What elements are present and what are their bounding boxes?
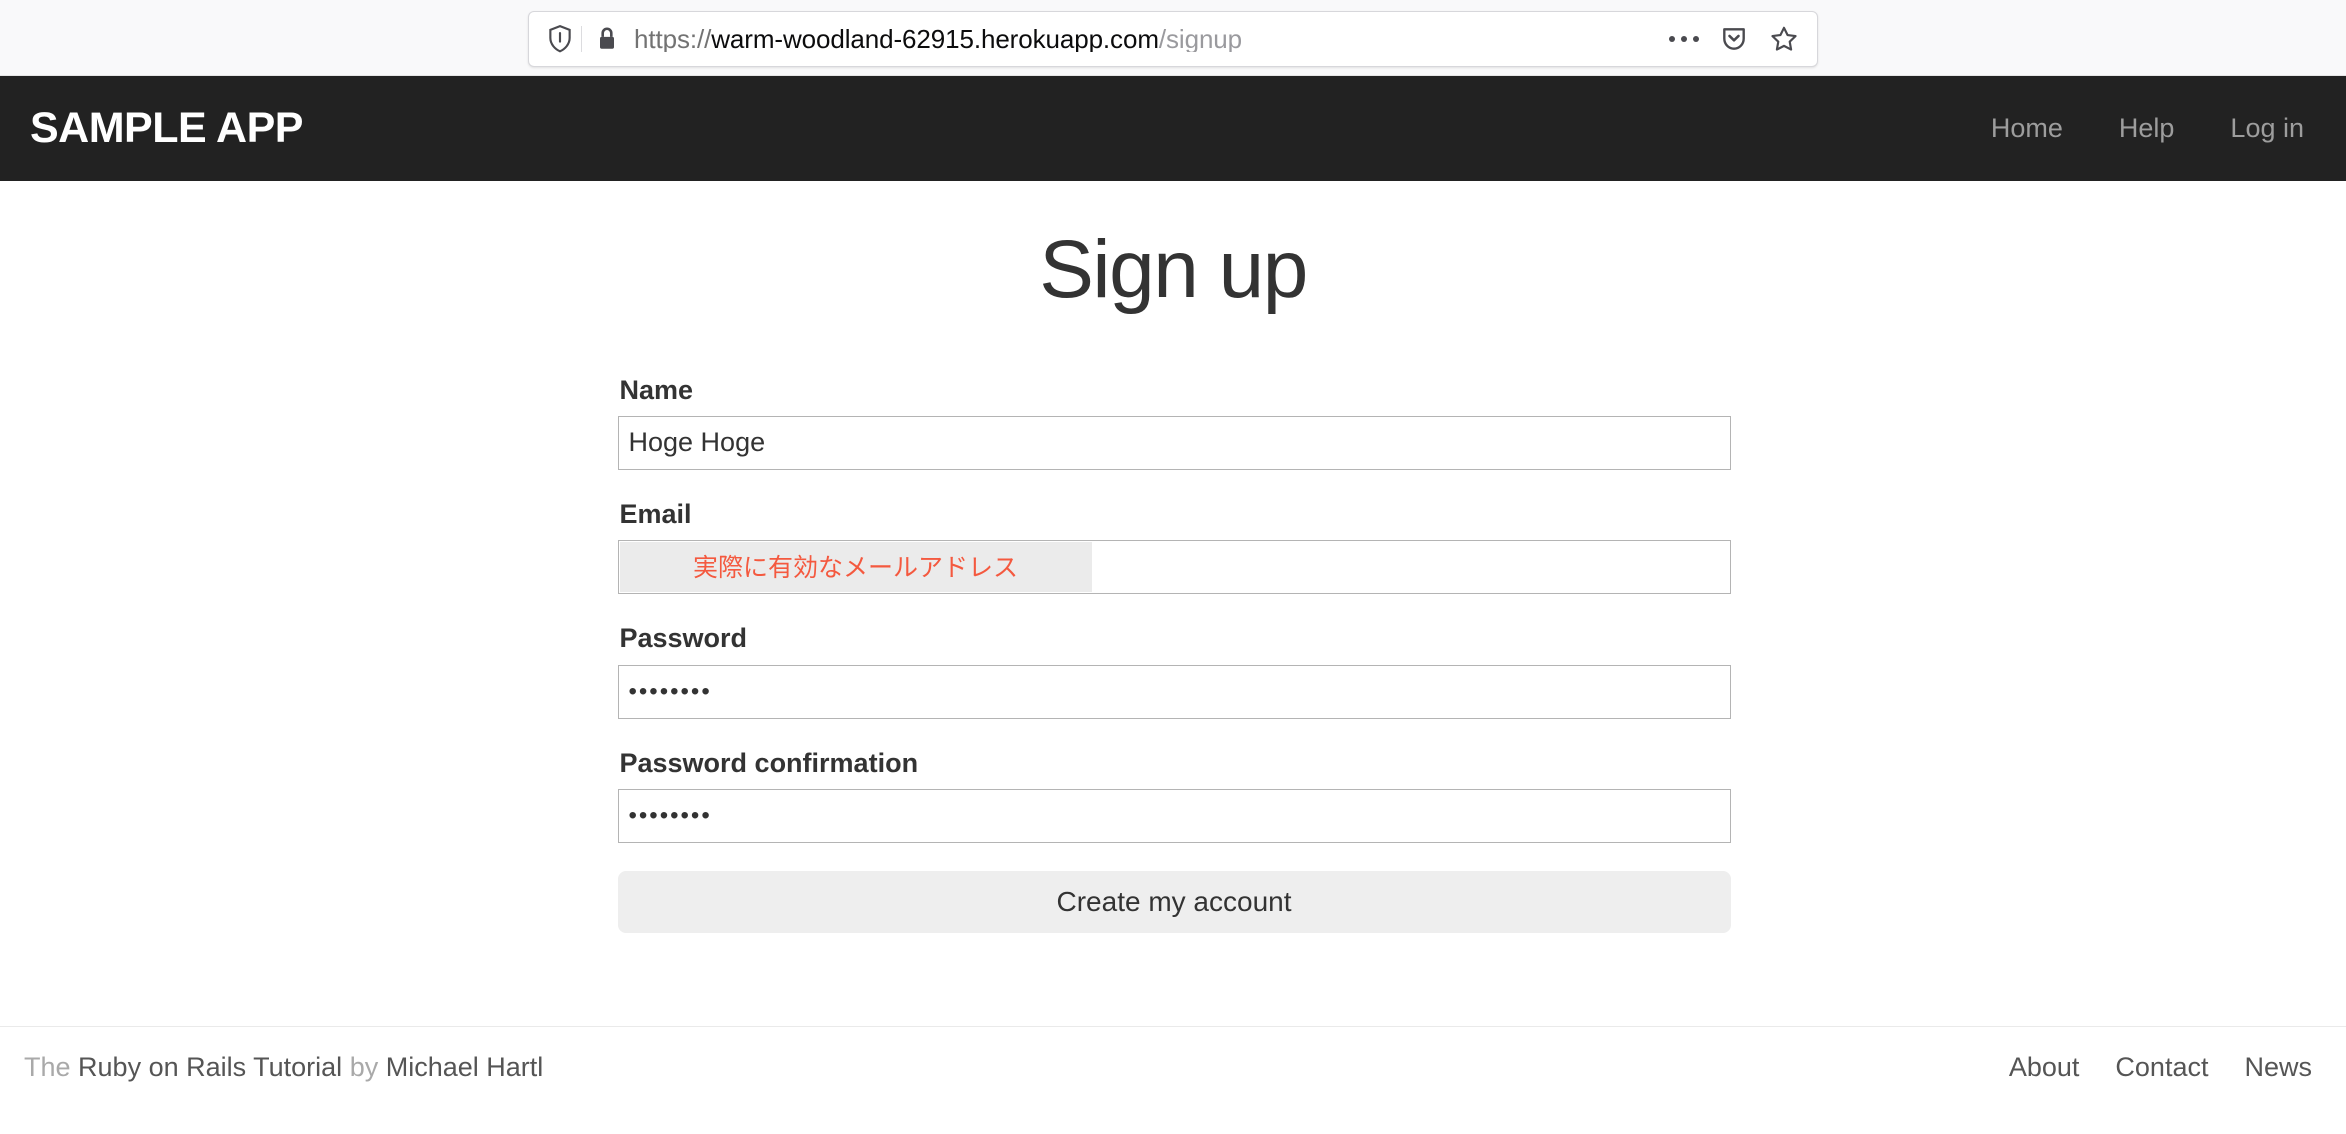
url-bar-divider [581,25,582,52]
email-input[interactable]: 実際に有効なメールアドレス [617,540,1731,595]
footer-links: About Contact News [1991,1051,2312,1083]
nav-link-home[interactable]: Home [1963,115,2091,142]
label-password: Password [619,623,748,654]
signup-form: Name Hoge Hoge Email 実際に有効なメールアドレス Passw… [617,374,1731,934]
url-bar-left-icons [543,22,624,56]
label-email: Email [619,498,692,529]
nav-link-login[interactable]: Log in [2202,115,2312,142]
name-input-value: Hoge Hoge [628,427,766,458]
url-path: /signup [1158,25,1243,52]
lock-icon[interactable] [590,22,624,56]
field-group-password: Password •••••••• [617,622,1731,719]
password-confirmation-input[interactable]: •••••••• [617,789,1731,844]
password-input-value: •••••••• [628,677,712,705]
pocket-icon[interactable] [1717,22,1751,56]
browser-chrome: https://warm-woodland-62915.herokuapp.co… [0,0,2346,76]
url-text[interactable]: https://warm-woodland-62915.herokuapp.co… [634,26,1653,52]
footer-credit: The Ruby on Rails Tutorial by Michael Ha… [24,1051,543,1083]
footer-author-link[interactable]: Michael Hartl [386,1052,544,1082]
name-input[interactable]: Hoge Hoge [617,415,1731,470]
ellipsis-icon[interactable] [1667,22,1701,56]
site-navbar: SAMPLE APP Home Help Log in [0,76,2346,181]
password-confirmation-input-value: •••••••• [628,802,712,830]
footer-link-about[interactable]: About [1991,1051,2098,1083]
url-host: warm-woodland-62915.herokuapp.com [711,25,1159,52]
label-password-confirmation: Password confirmation [619,747,919,778]
field-group-name: Name Hoge Hoge [617,374,1731,470]
brand-logo[interactable]: SAMPLE APP [30,107,303,150]
url-bar-right-icons [1667,22,1801,56]
nav-link-help[interactable]: Help [2091,115,2203,142]
field-group-email: Email 実際に有効なメールアドレス [617,498,1731,595]
star-icon[interactable] [1767,22,1801,56]
password-input[interactable]: •••••••• [617,664,1731,719]
navbar-links: Home Help Log in [1963,115,2312,142]
footer-tutorial-link[interactable]: Ruby on Rails Tutorial [78,1052,342,1082]
url-scheme: https:// [634,25,712,52]
site-footer: The Ruby on Rails Tutorial by Michael Ha… [0,1026,2346,1134]
footer-link-news[interactable]: News [2226,1051,2312,1083]
label-name: Name [619,374,694,405]
main-content: Sign up Name Hoge Hoge Email 実際に有効なメールアド… [0,181,2346,934]
email-ime-highlight: 実際に有効なメールアドレス [619,542,1092,593]
url-bar[interactable]: https://warm-woodland-62915.herokuapp.co… [528,10,1818,67]
footer-link-contact[interactable]: Contact [2097,1051,2226,1083]
field-group-password-confirmation: Password confirmation •••••••• [617,747,1731,844]
email-ime-text: 実際に有効なメールアドレス [692,552,1018,582]
page-title: Sign up [1039,224,1308,315]
footer-credit-by: by [349,1052,379,1082]
footer-credit-prefix: The [24,1052,71,1082]
create-account-button[interactable]: Create my account [617,871,1731,934]
shield-icon[interactable] [543,22,577,56]
